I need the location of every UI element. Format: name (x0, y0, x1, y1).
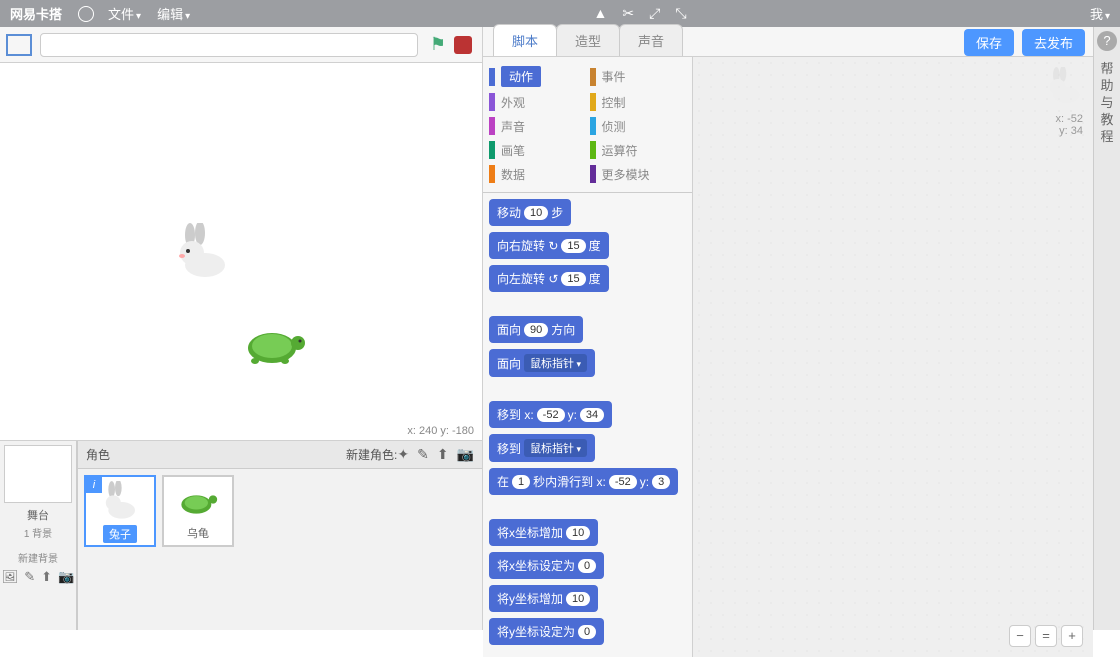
tabs-row: 脚本 造型 声音 保存 去发布 (483, 27, 1093, 57)
block-point-direction[interactable]: 面向90方向 (489, 316, 583, 343)
zoom-out-button[interactable]: − (1009, 625, 1031, 647)
block-goto-xy[interactable]: 移到 x:-52y:34 (489, 401, 612, 428)
block-turn-right[interactable]: 向右旋转 ↻15度 (489, 232, 609, 259)
sprite-camera-icon[interactable]: 📷 (457, 446, 474, 463)
backdrop-library-icon[interactable]: 🖼 (2, 569, 19, 585)
zoom-in-button[interactable]: + (1061, 625, 1083, 647)
help-icon[interactable]: ? (1097, 31, 1117, 51)
app-logo: 网易卡搭 (0, 4, 72, 23)
sprite-upload-icon[interactable]: ⬆ (437, 446, 449, 463)
block-categories: 动作事件外观控制声音侦测画笔运算符数据更多模块 (483, 57, 692, 193)
globe-icon[interactable] (78, 6, 94, 22)
help-panel: ? 帮助与教程 (1093, 27, 1120, 630)
block-change-x[interactable]: 将x坐标增加10 (489, 519, 598, 546)
project-title-input[interactable] (40, 33, 418, 57)
stage-header: ⚑ (0, 27, 482, 63)
new-backdrop-label: 新建背景 (0, 550, 76, 565)
block-set-x[interactable]: 将x坐标设定为0 (489, 552, 604, 579)
block-goto[interactable]: 移到鼠标指针 (489, 434, 595, 462)
category-动作[interactable]: 动作 (487, 63, 588, 90)
zoom-reset-button[interactable]: = (1035, 625, 1057, 647)
menu-edit[interactable]: 编辑 (149, 4, 198, 23)
backdrop-upload-icon[interactable]: ⬆ (41, 569, 52, 585)
green-flag-icon[interactable]: ⚑ (430, 34, 446, 55)
blocks-list: 移动10步 向右旋转 ↻15度 向左旋转 ↺15度 面向90方向 面向鼠标指针 … (483, 193, 692, 657)
category-画笔[interactable]: 画笔 (487, 138, 588, 162)
block-set-y[interactable]: 将y坐标设定为0 (489, 618, 604, 645)
help-text: 帮助与教程 (1100, 61, 1113, 145)
canvas-sprite-watermark (1043, 67, 1083, 107)
stage-column: ⚑ y:452.1 x: 240 y: -180 舞台 1 背景 新建背景 (0, 27, 483, 630)
category-运算符[interactable]: 运算符 (588, 138, 689, 162)
canvas-x-label: x: -52 (1055, 113, 1083, 125)
zoom-controls: − = + (1009, 625, 1083, 647)
fullscreen-button[interactable] (6, 34, 32, 56)
block-change-y[interactable]: 将y坐标增加10 (489, 585, 598, 612)
sprite-rabbit[interactable] (170, 223, 230, 283)
block-glide[interactable]: 在1秒内滑行到 x:-52y:3 (489, 468, 678, 495)
sprite-name: 兔子 (103, 525, 137, 543)
block-palette: 动作事件外观控制声音侦测画笔运算符数据更多模块 移动10步 向右旋转 ↻15度 … (483, 57, 693, 657)
sprite-card-rabbit[interactable]: i 兔子 (84, 475, 156, 547)
block-turn-left[interactable]: 向左旋转 ↺15度 (489, 265, 609, 292)
block-move[interactable]: 移动10步 (489, 199, 571, 226)
category-数据[interactable]: 数据 (487, 162, 588, 186)
category-更多模块[interactable]: 更多模块 (588, 162, 689, 186)
block-point-towards[interactable]: 面向鼠标指针 (489, 349, 595, 377)
sprite-card-turtle[interactable]: 乌龟 (162, 475, 234, 547)
backdrop-paint-icon[interactable]: ✎ (24, 569, 35, 585)
sprites-header: 角色 新建角色: ✦ ✎ ⬆ 📷 (78, 441, 482, 469)
stage-thumb-column: 舞台 1 背景 新建背景 🖼 ✎ ⬆ 📷 (0, 441, 78, 630)
category-侦测[interactable]: 侦测 (588, 114, 689, 138)
sprite-library-icon[interactable]: ✦ (397, 446, 409, 463)
top-toolbar: 网易卡搭 文件 编辑 ▲ ✂ ⤢ ⤡ 我 (0, 0, 1120, 27)
script-area: 动作事件外观控制声音侦测画笔运算符数据更多模块 移动10步 向右旋转 ↻15度 … (483, 57, 1093, 657)
scissors-icon[interactable]: ✂ (622, 5, 634, 22)
sprite-paint-icon[interactable]: ✎ (417, 446, 429, 463)
sprite-turtle[interactable] (240, 323, 305, 368)
tab-sounds[interactable]: 声音 (619, 24, 683, 56)
editor-column: 脚本 造型 声音 保存 去发布 动作事件外观控制声音侦测画笔运算符数据更多模块 … (483, 27, 1093, 630)
script-canvas[interactable]: x: -52 y: 34 − = + (693, 57, 1093, 657)
stamp-icon[interactable]: ▲ (594, 5, 608, 22)
publish-button[interactable]: 去发布 (1022, 29, 1085, 56)
sprite-name: 乌龟 (187, 525, 209, 541)
stage-canvas[interactable]: x: 240 y: -180 (0, 63, 482, 441)
canvas-coords: x: -52 y: 34 (1055, 113, 1083, 137)
sprites-list: i 兔子 乌龟 (78, 469, 482, 630)
canvas-y-label: y: 34 (1055, 125, 1083, 137)
category-声音[interactable]: 声音 (487, 114, 588, 138)
backdrop-count: 1 背景 (0, 525, 76, 540)
stage-thumbnail[interactable] (4, 445, 72, 503)
sprite-info-icon[interactable]: i (86, 477, 102, 493)
sprites-area: 角色 新建角色: ✦ ✎ ⬆ 📷 i 兔子 (78, 441, 482, 630)
sprites-title: 角色 (86, 446, 110, 463)
tab-costumes[interactable]: 造型 (556, 24, 620, 56)
menu-file[interactable]: 文件 (100, 4, 149, 23)
tab-scripts[interactable]: 脚本 (493, 24, 557, 56)
shrink-icon[interactable]: ⤡ (675, 5, 686, 22)
category-外观[interactable]: 外观 (487, 90, 588, 114)
grow-icon[interactable]: ⤢ (649, 5, 660, 22)
stage-label: 舞台 (0, 507, 76, 523)
stop-button[interactable] (454, 36, 472, 54)
menu-me[interactable]: 我 (1082, 4, 1120, 23)
new-sprite-label: 新建角色: (346, 446, 397, 463)
sprite-panel: 舞台 1 背景 新建背景 🖼 ✎ ⬆ 📷 角色 新建角色: ✦ ✎ (0, 441, 482, 630)
backdrop-camera-icon[interactable]: 📷 (58, 569, 74, 585)
category-事件[interactable]: 事件 (588, 63, 689, 90)
save-button[interactable]: 保存 (964, 29, 1014, 56)
stage-mouse-coords: x: 240 y: -180 (407, 425, 474, 437)
category-控制[interactable]: 控制 (588, 90, 689, 114)
